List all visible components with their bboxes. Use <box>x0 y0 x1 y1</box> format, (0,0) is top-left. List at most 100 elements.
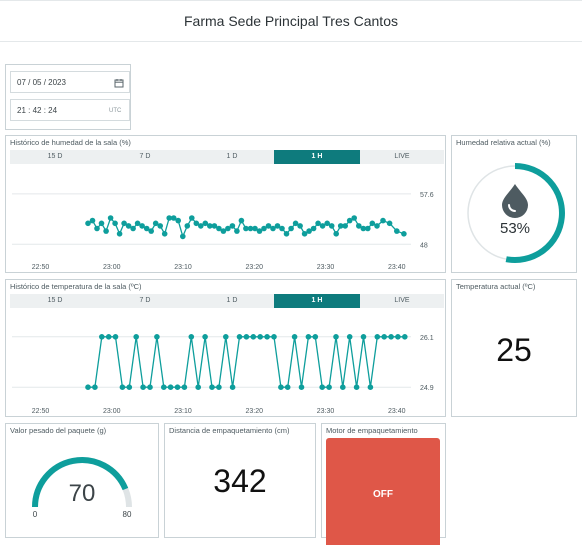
date-field[interactable]: 07 / 05 / 2023 <box>10 71 130 93</box>
tab-7d[interactable]: 7 D <box>100 294 190 308</box>
temperature-data-point <box>223 334 229 340</box>
temperature-data-point <box>216 384 222 390</box>
temperature-data-point <box>367 384 374 390</box>
humidity-data-point <box>238 217 245 224</box>
tab-15d[interactable]: 15 D <box>10 294 100 308</box>
temperature-data-point <box>374 334 381 340</box>
packing-motor-title: Motor de empaquetamiento <box>326 426 418 435</box>
humidity-data-point <box>386 220 393 227</box>
time-value: 21 : 42 : 24 <box>17 106 58 115</box>
humidity-data-point <box>297 223 303 229</box>
y-tick-label: 48 <box>420 242 428 249</box>
humidity-data-point <box>157 223 163 229</box>
humidity-data-point <box>89 217 96 224</box>
x-tick-label: 23:00 <box>103 408 121 415</box>
x-tick-label: 23:20 <box>245 408 263 415</box>
humidity-data-point <box>98 220 105 227</box>
temperature-history-title: Histórico de temperatura de la sala (ºC) <box>10 282 142 291</box>
humidity-time-tabs: 15 D 7 D 1 D 1 H LIVE <box>10 150 444 164</box>
humidity-data-point <box>94 225 100 232</box>
timezone-label: UTC <box>109 108 122 114</box>
humidity-history-card: Histórico de humedad de la sala (%) 15 D… <box>5 135 446 273</box>
temperature-data-point <box>188 334 195 340</box>
temperature-data-point <box>105 334 112 340</box>
temperature-data-point <box>140 384 146 390</box>
temperature-data-point <box>195 384 201 390</box>
humidity-data-point <box>189 215 195 221</box>
tab-1h[interactable]: 1 H <box>274 294 360 308</box>
datetime-card: 07 / 05 / 2023 21 : 42 : 24 UTC <box>5 64 131 130</box>
temperature-data-point <box>99 334 105 340</box>
x-tick-label: 23:30 <box>317 264 335 271</box>
temperature-data-point <box>181 384 188 390</box>
temperature-data-point <box>381 334 388 340</box>
humidity-now-card: Humedad relativa actual (%) 53% <box>451 135 577 273</box>
x-tick-label: 22:50 <box>32 408 50 415</box>
gauge-min-label: 0 <box>33 510 38 519</box>
humidity-data-point <box>112 220 118 227</box>
x-tick-label: 23:20 <box>245 264 263 271</box>
x-tick-label: 23:40 <box>388 408 406 415</box>
temperature-series-line <box>88 336 405 388</box>
humidity-data-point <box>333 231 340 237</box>
temperature-data-point <box>119 384 126 390</box>
tab-15d[interactable]: 15 D <box>10 150 100 164</box>
humidity-data-point <box>283 231 290 237</box>
tab-1d[interactable]: 1 D <box>190 294 274 308</box>
x-tick-label: 23:30 <box>317 408 335 415</box>
humidity-data-point <box>279 225 285 232</box>
temperature-now-card: Temperatura actual (ºC) 25 <box>451 279 577 417</box>
temperature-data-point <box>395 334 401 340</box>
humidity-data-point <box>365 225 371 232</box>
humidity-data-point <box>351 215 358 221</box>
temperature-data-point <box>319 384 326 390</box>
temperature-data-point <box>402 334 408 340</box>
package-weight-gauge: 70 0 80 <box>32 457 132 519</box>
tab-1d[interactable]: 1 D <box>190 150 274 164</box>
package-weight-card: Valor pesado del paquete (g) 70 0 80 <box>5 423 159 538</box>
calendar-icon[interactable] <box>114 78 124 88</box>
temperature-data-point <box>209 384 215 390</box>
packing-motor-card: Motor de empaquetamiento OFF <box>321 423 446 545</box>
tab-live[interactable]: LIVE <box>360 294 444 308</box>
temperature-now-value: 25 <box>496 332 532 368</box>
temperature-data-point <box>257 334 263 340</box>
date-value: 07 / 05 / 2023 <box>17 78 66 87</box>
humidity-data-point <box>229 223 236 229</box>
humidity-data-point <box>103 228 109 234</box>
temperature-history-card: Histórico de temperatura de la sala (ºC)… <box>5 279 446 417</box>
humidity-data-point <box>310 225 317 232</box>
page-title: Farma Sede Principal Tres Cantos <box>184 13 398 29</box>
y-tick-label: 26.1 <box>420 335 434 342</box>
x-tick-label: 23:40 <box>388 264 406 271</box>
humidity-ring-gauge: 53% <box>467 163 565 263</box>
tab-live[interactable]: LIVE <box>360 150 444 164</box>
tab-1h[interactable]: 1 H <box>274 150 360 164</box>
humidity-now-value: 53% <box>500 220 530 237</box>
temperature-data-point <box>161 384 167 390</box>
temperature-data-point <box>271 334 277 340</box>
temperature-data-point <box>353 384 360 390</box>
temperature-data-point <box>174 384 181 390</box>
x-tick-label: 23:00 <box>103 264 121 271</box>
x-tick-label: 22:50 <box>32 264 50 271</box>
temperature-data-point <box>243 334 250 340</box>
temperature-data-point <box>346 334 353 340</box>
motor-toggle-button[interactable]: OFF <box>326 438 440 545</box>
temperature-now-title: Temperatura actual (ºC) <box>456 282 536 291</box>
humidity-data-point <box>374 223 380 229</box>
temperature-data-point <box>278 384 284 390</box>
temperature-data-point <box>147 384 153 390</box>
time-field[interactable]: 21 : 42 : 24 UTC <box>10 99 130 121</box>
temperature-data-point <box>291 334 298 340</box>
packing-distance-value: 342 <box>213 463 267 499</box>
temperature-data-point <box>126 384 133 390</box>
humidity-data-point <box>116 231 123 237</box>
temperature-data-point <box>133 334 139 340</box>
temperature-data-point <box>333 334 339 340</box>
temperature-data-point <box>202 334 208 340</box>
temperature-data-point <box>298 384 305 390</box>
tab-7d[interactable]: 7 D <box>100 150 190 164</box>
water-drop-icon <box>502 184 528 218</box>
packing-distance-title: Distancia de empaquetamiento (cm) <box>169 426 290 435</box>
